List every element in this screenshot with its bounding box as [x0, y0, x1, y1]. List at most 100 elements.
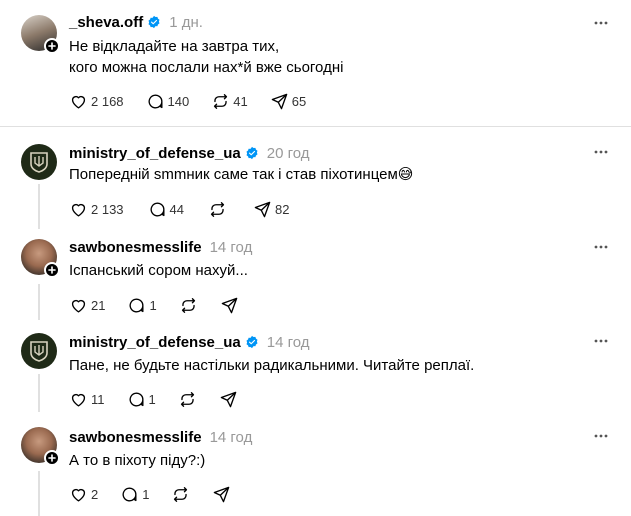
comment-icon: [122, 487, 137, 501]
post-actions: 2 168 140 41 65: [69, 91, 306, 111]
post-text: Пане, не будьте настільки радикальними. …: [69, 357, 475, 374]
follow-plus-icon[interactable]: [44, 262, 60, 278]
heart-icon: [71, 299, 86, 313]
sweat-smile-emoji: 😅: [397, 166, 414, 183]
heart-icon: [71, 95, 86, 109]
repost-icon: [180, 391, 194, 407]
like-button[interactable]: 2 168: [69, 92, 124, 111]
like-count: 21: [91, 297, 106, 313]
thread-line: [38, 374, 40, 412]
post-header: _sheva.off 1 дн.: [69, 13, 203, 31]
share-count: 65: [291, 93, 307, 109]
avatar[interactable]: [21, 239, 60, 278]
post-actions: 21 1: [69, 295, 239, 315]
verified-badge-icon: [246, 146, 258, 160]
comment-button[interactable]: 1: [127, 296, 157, 315]
comment-icon: [129, 298, 144, 312]
more-horizontal-icon[interactable]: [593, 333, 609, 349]
post-actions: 11 1: [69, 389, 238, 409]
comment-count: 1: [149, 297, 157, 313]
username[interactable]: ministry_of_defense_ua: [69, 334, 241, 351]
post-time: 14 год: [266, 333, 310, 351]
post-text: Не відкладайте на завтра тих, кого можна…: [69, 38, 344, 76]
share-button[interactable]: 65: [270, 92, 306, 111]
post-header: ministry_of_defense_ua 14 год: [69, 333, 310, 351]
send-icon: [271, 93, 288, 109]
more-horizontal-icon[interactable]: [593, 239, 609, 255]
post-time: 20 год: [266, 144, 310, 162]
avatar[interactable]: [21, 427, 60, 466]
more-horizontal-icon[interactable]: [593, 428, 609, 444]
heart-icon: [71, 488, 86, 502]
comment-count: 1: [148, 391, 156, 407]
post-time: 14 год: [209, 238, 253, 256]
comment-count: 140: [167, 93, 190, 109]
repost-icon: [210, 201, 225, 217]
repost-icon: [214, 93, 228, 109]
send-icon: [221, 297, 238, 313]
share-button[interactable]: [219, 390, 238, 409]
repost-button[interactable]: [208, 200, 227, 219]
post-text: Попередній smmник саме так і став піхоти…: [69, 164, 413, 185]
avatar[interactable]: [21, 144, 57, 180]
like-count: 11: [91, 391, 105, 407]
verified-badge-icon: [148, 15, 160, 29]
verified-badge-icon: [246, 335, 258, 349]
comment-icon: [148, 94, 163, 108]
repost-button[interactable]: [171, 485, 190, 504]
share-button[interactable]: [220, 296, 239, 315]
avatar[interactable]: [21, 333, 57, 369]
share-count: 82: [275, 201, 290, 217]
repost-count: 41: [233, 93, 248, 109]
thread-line: [38, 471, 40, 516]
more-horizontal-icon[interactable]: [593, 144, 609, 160]
username[interactable]: _sheva.off: [69, 14, 143, 31]
like-button[interactable]: 21: [69, 296, 105, 315]
repost-button[interactable]: 41: [211, 92, 248, 111]
like-count: 2 133: [91, 201, 124, 217]
more-horizontal-icon[interactable]: [593, 15, 609, 31]
follow-plus-icon[interactable]: [44, 38, 60, 54]
comment-button[interactable]: 44: [148, 200, 184, 219]
avatar[interactable]: [21, 15, 60, 54]
comment-icon: [150, 202, 165, 216]
repost-icon: [174, 486, 188, 502]
ministry-emblem-icon: [30, 341, 48, 362]
username[interactable]: sawbonesmesslife: [69, 239, 202, 256]
post-text-body: Попередній smmник саме так і став піхоти…: [69, 166, 398, 183]
repost-icon: [181, 297, 195, 313]
username[interactable]: sawbonesmesslife: [69, 429, 202, 446]
post-header: sawbonesmesslife 14 год: [69, 428, 252, 446]
comment-button[interactable]: 140: [146, 92, 190, 111]
username[interactable]: ministry_of_defense_ua: [69, 145, 241, 162]
post-time: 14 год: [209, 428, 253, 446]
like-count: 2: [91, 486, 99, 502]
post-actions: 2 1: [69, 484, 231, 504]
divider: [0, 126, 631, 127]
repost-button[interactable]: [178, 390, 197, 409]
thread-line: [38, 184, 40, 229]
post-text: А то в піхоту піду?:): [69, 452, 206, 469]
repost-button[interactable]: [179, 296, 198, 315]
heart-icon: [71, 393, 86, 407]
post-text: Іспанський сором нахуй...: [69, 262, 248, 279]
post-header: sawbonesmesslife 14 год: [69, 238, 252, 256]
thread-line: [38, 284, 40, 320]
comment-button[interactable]: 1: [120, 485, 149, 504]
share-button[interactable]: 82: [253, 200, 289, 219]
post-actions: 2 133 44 82: [69, 199, 289, 219]
like-button[interactable]: 2 133: [69, 200, 124, 219]
post-header: ministry_of_defense_ua 20 год: [69, 144, 310, 162]
share-button[interactable]: [212, 485, 231, 504]
comment-count: 1: [142, 486, 150, 502]
like-button[interactable]: 2: [69, 485, 98, 504]
ministry-emblem-icon: [30, 152, 48, 173]
like-count: 2 168: [91, 93, 124, 109]
comment-button[interactable]: 1: [127, 390, 156, 409]
like-button[interactable]: 11: [69, 390, 105, 409]
send-icon: [214, 486, 230, 502]
send-icon: [220, 391, 237, 407]
follow-plus-icon[interactable]: [44, 450, 60, 466]
send-icon: [254, 201, 271, 217]
comment-count: 44: [169, 201, 185, 217]
